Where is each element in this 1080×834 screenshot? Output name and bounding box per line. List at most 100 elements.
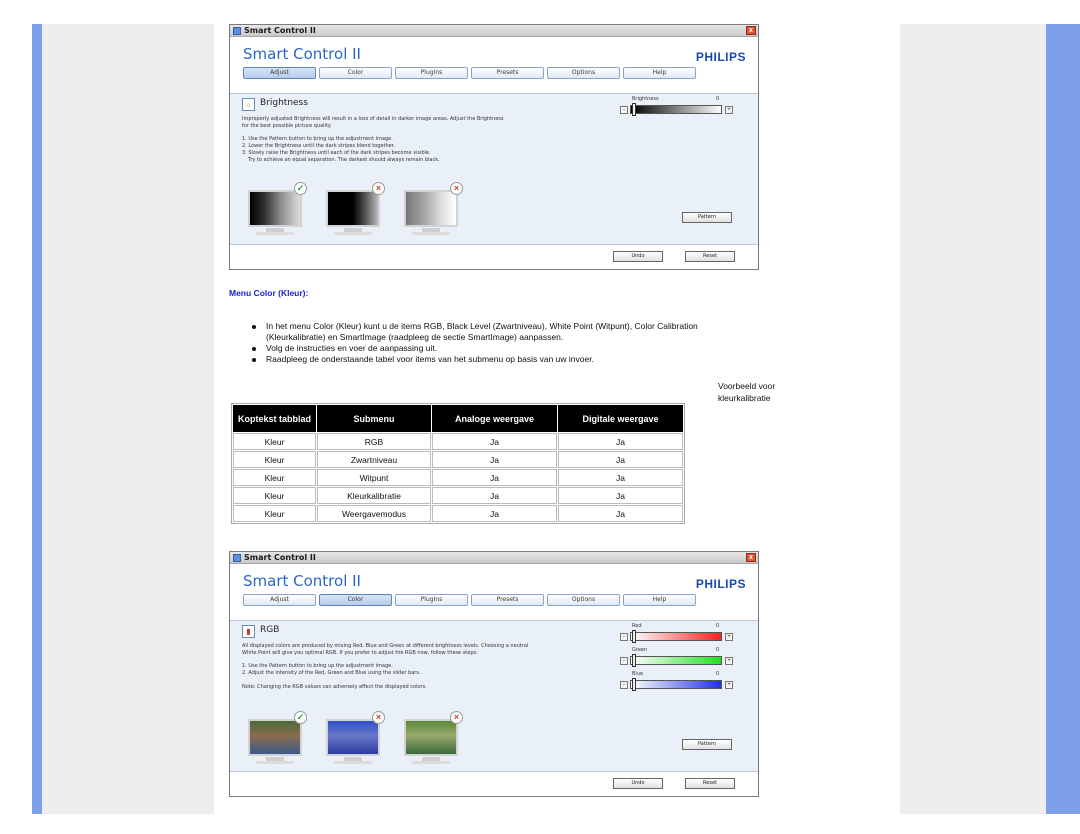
tab-plugins[interactable]: PlugIns [395, 67, 468, 79]
cross-icon: × [372, 711, 385, 724]
decrease-green-button[interactable]: - [620, 657, 628, 665]
right-accent-stripe [1046, 24, 1080, 814]
table-cell: Zwartniveau [317, 451, 431, 468]
bullet-list: In het menu Color (Kleur) kunt u de item… [252, 321, 722, 365]
adjust-panel: ☼ Brightness Improperly adjusted Brightn… [230, 93, 758, 245]
left-accent-stripe [32, 24, 42, 814]
table-cell: Ja [432, 451, 557, 468]
note-text: Note: Changing the RGB values can advers… [242, 684, 427, 690]
tab-adjust[interactable]: Adjust [243, 594, 316, 606]
image-caption: Voorbeeld voor kleurkalibratie [718, 380, 775, 404]
column-header: Submenu [317, 405, 431, 432]
monitor-preview-blue-cast: × [322, 711, 385, 765]
section-title: RGB [260, 625, 280, 635]
left-gutter [42, 24, 214, 814]
slider-label-red: Red [632, 623, 642, 629]
slider-label-green: Green [632, 647, 648, 653]
table-cell: Kleur [233, 433, 316, 450]
page-content: Smart Control II x Smart Control II PHIL… [214, 24, 900, 814]
tab-color[interactable]: Color [319, 594, 392, 606]
increase-red-button[interactable]: + [725, 633, 733, 641]
app-icon [233, 554, 241, 562]
rgb-icon: ▮ [242, 625, 255, 638]
pattern-button[interactable]: Pattern [682, 212, 732, 223]
column-header: Koptekst tabblad [233, 405, 316, 432]
window-titlebar: Smart Control II x [230, 552, 758, 564]
slider-thumb[interactable] [632, 630, 636, 643]
tab-plugins[interactable]: PlugIns [395, 594, 468, 606]
slider-value-blue: 0 [716, 671, 720, 677]
close-icon[interactable]: x [746, 26, 756, 35]
brand-logo: PHILIPS [695, 50, 746, 64]
color-submenu-table: Koptekst tabblad Submenu Analoge weergav… [231, 403, 685, 524]
slider-label: Brightness [632, 96, 659, 102]
tab-bar: Adjust Color PlugIns Presets Options Hel… [230, 67, 758, 81]
tab-adjust[interactable]: Adjust [243, 67, 316, 79]
table-cell: Ja [432, 505, 557, 522]
cross-icon: × [450, 182, 463, 195]
cross-icon: × [372, 182, 385, 195]
tab-options[interactable]: Options [547, 67, 620, 79]
brand-logo: PHILIPS [695, 577, 746, 591]
monitor-preview-too-dark: × [322, 182, 385, 236]
increase-blue-button[interactable]: + [725, 681, 733, 689]
increase-green-button[interactable]: + [725, 657, 733, 665]
column-header: Digitale weergave [558, 405, 683, 432]
decrease-blue-button[interactable]: - [620, 681, 628, 689]
table-cell: Kleur [233, 451, 316, 468]
blue-slider[interactable] [630, 680, 722, 689]
slider-value-green: 0 [716, 647, 720, 653]
table-cell: Ja [558, 505, 683, 522]
slider-thumb[interactable] [632, 678, 636, 691]
pattern-button[interactable]: Pattern [682, 739, 732, 750]
app-title: Smart Control II [243, 572, 361, 590]
description-line: White Point will give you optimal RGB. I… [242, 650, 478, 656]
table-cell: Ja [432, 433, 557, 450]
app-icon [233, 27, 241, 35]
tab-help[interactable]: Help [623, 67, 696, 79]
tab-help[interactable]: Help [623, 594, 696, 606]
smart-control-window-brightness: Smart Control II x Smart Control II PHIL… [229, 24, 759, 270]
instruction-step: 1. Use the Pattern button to bring up th… [242, 663, 393, 669]
slider-value: 0 [716, 96, 720, 102]
red-slider[interactable] [630, 632, 722, 641]
brightness-slider[interactable] [630, 105, 722, 114]
right-gutter [900, 24, 1046, 814]
cross-icon: × [450, 711, 463, 724]
slider-thumb[interactable] [632, 103, 636, 116]
table-row: Kleur Kleurkalibratie Ja Ja [233, 487, 683, 504]
green-slider[interactable] [630, 656, 722, 665]
reset-button[interactable]: Reset [685, 251, 735, 262]
caption-line: Voorbeeld voor [718, 381, 776, 391]
close-icon[interactable]: x [746, 553, 756, 562]
app-title: Smart Control II [243, 45, 361, 63]
decrease-button[interactable]: - [620, 106, 628, 114]
table-cell: Weergavemodus [317, 505, 431, 522]
window-titlebar: Smart Control II x [230, 25, 758, 37]
tab-options[interactable]: Options [547, 594, 620, 606]
description-line: All displayed colors are produced by mix… [242, 643, 529, 649]
table-header-row: Koptekst tabblad Submenu Analoge weergav… [233, 405, 683, 432]
table-cell: Kleur [233, 469, 316, 486]
undo-button[interactable]: Undo [613, 778, 663, 789]
slider-thumb[interactable] [632, 654, 636, 667]
tab-color[interactable]: Color [319, 67, 392, 79]
check-icon: ✓ [294, 182, 307, 195]
table-row: Kleur RGB Ja Ja [233, 433, 683, 450]
description-line: Improperly adjusted Brightness will resu… [242, 116, 504, 122]
tab-presets[interactable]: Presets [471, 594, 544, 606]
table-cell: Ja [432, 487, 557, 504]
decrease-red-button[interactable]: - [620, 633, 628, 641]
reset-button[interactable]: Reset [685, 778, 735, 789]
increase-button[interactable]: + [725, 106, 733, 114]
table-row: Kleur Zwartniveau Ja Ja [233, 451, 683, 468]
table-cell: Ja [558, 451, 683, 468]
tab-presets[interactable]: Presets [471, 67, 544, 79]
tab-bar: Adjust Color PlugIns Presets Options Hel… [230, 594, 758, 608]
slider-value-red: 0 [716, 623, 720, 629]
table-cell: Kleurkalibratie [317, 487, 431, 504]
undo-button[interactable]: Undo [613, 251, 663, 262]
table-cell: RGB [317, 433, 431, 450]
section-title: Brightness [260, 98, 308, 108]
table-cell: Kleur [233, 487, 316, 504]
